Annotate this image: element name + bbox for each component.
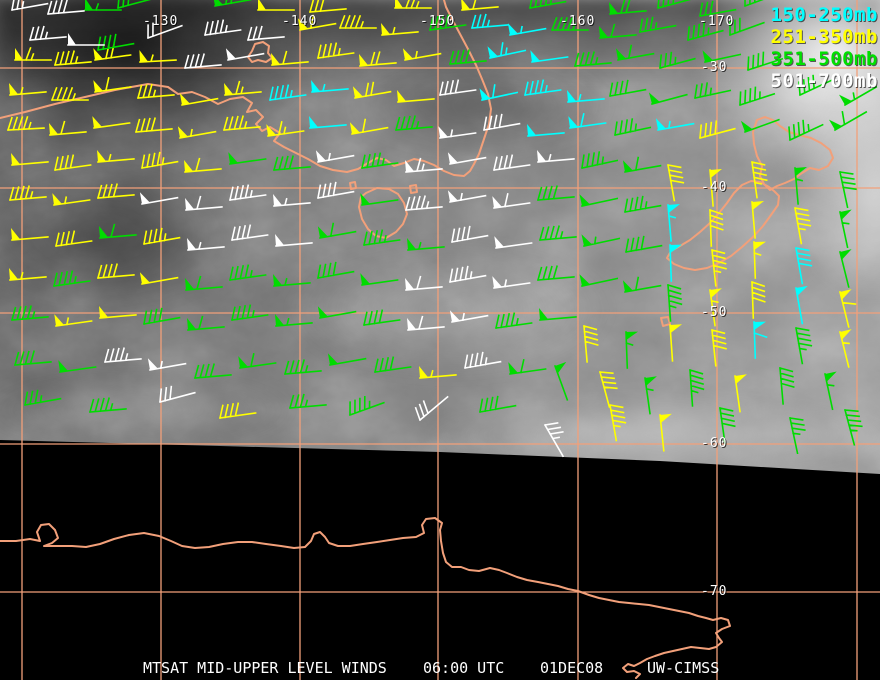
legend-item-150-250mb: 150-250mb bbox=[770, 4, 878, 26]
coastline-king_island bbox=[349, 181, 357, 190]
coastline-australia_south_east bbox=[0, 0, 492, 177]
satellite-wind-map: -130 -140 -150 -160 -170 -30 -40 -50 -60 -70 150-… bbox=[0, 0, 880, 680]
valid-date: 01DEC08 bbox=[540, 659, 604, 677]
longitude-label: -150 bbox=[420, 14, 456, 29]
grid-coast-windbarb-layer bbox=[0, 0, 880, 680]
pressure-level-legend: 150-250mb 251-350mb 351-500mb 501-700mb bbox=[771, 4, 878, 92]
longitude-label: -130 bbox=[143, 14, 179, 29]
legend-item-501-700mb: 501-700mb bbox=[770, 70, 878, 92]
valid-time: 06:00 UTC bbox=[423, 659, 505, 677]
coastlines bbox=[0, 0, 834, 679]
legend-item-251-350mb: 251-350mb bbox=[770, 26, 878, 48]
legend-item-351-500mb: 351-500mb bbox=[770, 48, 878, 70]
longitude-label: -140 bbox=[282, 14, 318, 29]
coastline-antarctica bbox=[0, 517, 731, 679]
latitude-label: -50 bbox=[701, 305, 728, 320]
source-credit: UW-CIMSS bbox=[647, 659, 720, 677]
latitude-label: -60 bbox=[701, 436, 728, 451]
wind-barb-pennants-w bbox=[68, 33, 546, 370]
longitude-label: -160 bbox=[560, 14, 596, 29]
longitude-label: -170 bbox=[699, 14, 735, 29]
coastline-flinders_island bbox=[409, 184, 418, 194]
coastline-lake bbox=[247, 41, 273, 63]
latitude-label: -30 bbox=[701, 60, 728, 75]
wind-barb-pennants-c bbox=[309, 23, 808, 330]
latitude-label: -70 bbox=[701, 584, 728, 599]
latitude-label: -40 bbox=[701, 180, 728, 195]
product-title: MTSAT MID-UPPER LEVEL WINDS bbox=[143, 659, 387, 677]
coastline-tasmania bbox=[358, 187, 408, 239]
coastline-stewart_island bbox=[660, 316, 671, 327]
